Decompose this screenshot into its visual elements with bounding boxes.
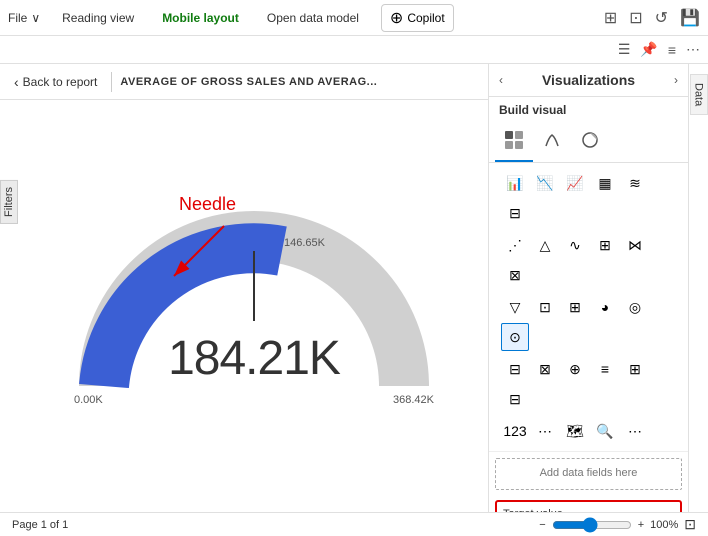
- viz-filter-icon[interactable]: ⊡: [531, 293, 559, 321]
- viz-bar3-icon[interactable]: 📈: [561, 169, 589, 197]
- viz-donut-icon[interactable]: ◎: [621, 293, 649, 321]
- menu-bar: File ∨ Reading view Mobile layout Open d…: [0, 0, 708, 36]
- build-tab-analytics[interactable]: [571, 123, 609, 162]
- more-icon[interactable]: ⋯: [686, 41, 700, 58]
- viz-line-icon[interactable]: ≋: [621, 169, 649, 197]
- viz-bar-icon[interactable]: 📊: [501, 169, 529, 197]
- viz-map-icon[interactable]: △: [531, 231, 559, 259]
- hamburger-icon[interactable]: ☰: [618, 41, 631, 58]
- filter-toolbar-icon[interactable]: ≡: [668, 42, 676, 58]
- viz-kpi-icon[interactable]: ⊕: [561, 355, 589, 383]
- reading-view-menu[interactable]: Reading view: [56, 7, 140, 29]
- toolbar: ☰ 📌 ≡ ⋯: [0, 36, 708, 64]
- viz-pie-icon[interactable]: ◕: [591, 293, 619, 321]
- build-visual-label: Build visual: [489, 97, 688, 123]
- viz-num-icon[interactable]: 123: [501, 417, 529, 445]
- data-tab[interactable]: Data: [688, 64, 708, 512]
- viz-panel-header: ‹ Visualizations ›: [489, 64, 688, 97]
- viz-row-4: ⊟ ⊠ ⊕ ≡ ⊞ ⊟: [495, 353, 682, 415]
- gauge-chart: Needle: [64, 166, 444, 446]
- zoom-level: 100%: [650, 519, 678, 531]
- viz-matrix-icon[interactable]: ⊞: [621, 355, 649, 383]
- zoom-controls: − + 100% ⊡: [539, 516, 696, 533]
- gauge-min: 0.00K: [74, 394, 103, 406]
- build-tab-fields[interactable]: [495, 123, 533, 162]
- viz-line2-icon[interactable]: ∿: [561, 231, 589, 259]
- viz-panel: ‹ Visualizations › Build visual 📊 📉 📈: [488, 64, 688, 512]
- fit-page-icon[interactable]: ⊡: [684, 516, 696, 533]
- main-area: ‹ Back to report AVERAGE OF GROSS SALES …: [0, 64, 708, 512]
- viz-table-icon[interactable]: ⊞: [561, 293, 589, 321]
- gauge-value: 184.21K: [64, 331, 444, 386]
- viz-combo-icon[interactable]: ⊞: [591, 231, 619, 259]
- grid-icon[interactable]: ⊞: [604, 8, 617, 28]
- viz-row-2: ⋰ △ ∿ ⊞ ⋈ ⊠: [495, 229, 682, 291]
- gauge-svg: 146.65K: [64, 166, 444, 446]
- file-label[interactable]: File: [8, 11, 27, 25]
- nav-divider: [111, 72, 112, 92]
- viz-multirow-icon[interactable]: ⊠: [531, 355, 559, 383]
- gauge-max: 368.42K: [393, 394, 434, 406]
- back-button[interactable]: ‹ Back to report: [8, 70, 103, 94]
- back-arrow-icon: ‹: [14, 74, 19, 90]
- viz-gauge-icon selected[interactable]: ⊙: [501, 323, 529, 351]
- file-chevron: ∨: [31, 11, 40, 25]
- svg-text:146.65K: 146.65K: [284, 237, 326, 249]
- target-section: Target value Average of COGS ∨ ✕: [495, 500, 682, 512]
- viz-slicer-icon[interactable]: ≡: [591, 355, 619, 383]
- status-bar: Page 1 of 1 − + 100% ⊡: [0, 512, 708, 536]
- report-canvas: ‹ Back to report AVERAGE OF GROSS SALES …: [0, 64, 488, 512]
- refresh-icon[interactable]: ↺: [655, 8, 668, 28]
- menu-icon-group: ⊞ ⊡ ↺ 💾: [604, 8, 700, 28]
- page-indicator: Page 1 of 1: [12, 519, 68, 531]
- viz-col-icon[interactable]: ▦: [591, 169, 619, 197]
- data-fields-label: Add data fields here: [540, 467, 638, 479]
- back-label: Back to report: [23, 75, 98, 89]
- report-title: AVERAGE OF GROSS SALES AND AVERAG...: [120, 76, 377, 88]
- copilot-icon: ⊕: [390, 8, 403, 28]
- needle-arrow-svg: [154, 216, 244, 296]
- viz-row-5: 123 ⋯ 🗺 🔍 ⋯: [495, 415, 682, 447]
- copilot-label: Copilot: [407, 11, 444, 25]
- viz-decomp-icon[interactable]: ⋯: [531, 417, 559, 445]
- needle-annotation: Needle: [179, 194, 236, 215]
- collapse-right-button[interactable]: ›: [674, 73, 678, 87]
- filters-label[interactable]: Filters: [0, 180, 18, 224]
- data-fields-drop[interactable]: Add data fields here: [495, 458, 682, 490]
- mobile-layout-menu[interactable]: Mobile layout: [156, 7, 245, 29]
- nav-bar: ‹ Back to report AVERAGE OF GROSS SALES …: [0, 64, 488, 100]
- needle-label: Needle: [179, 194, 236, 214]
- viz-panel-title: Visualizations: [542, 72, 635, 88]
- viz-area-icon[interactable]: ⊟: [501, 199, 529, 227]
- viz-row-3: ▽ ⊡ ⊞ ◕ ◎ ⊙: [495, 291, 682, 353]
- zoom-slider[interactable]: [552, 517, 632, 533]
- viz-waterfall-icon[interactable]: ⊠: [501, 261, 529, 289]
- viz-icon-grid: 📊 📉 📈 ▦ ≋ ⊟ ⋰ △ ∿ ⊞ ⋈ ⊠ ▽ ⊡ ⊞ ◕: [489, 163, 688, 452]
- viz-more-icon[interactable]: ⋯: [621, 417, 649, 445]
- pin-icon[interactable]: 📌: [640, 41, 657, 58]
- viz-funnel-icon[interactable]: ▽: [501, 293, 529, 321]
- file-menu[interactable]: File ∨: [8, 11, 40, 25]
- zoom-minus-icon[interactable]: −: [539, 519, 545, 531]
- viz-bar2-icon[interactable]: 📉: [531, 169, 559, 197]
- viz-scatter-icon[interactable]: ⋰: [501, 231, 529, 259]
- viz-card-icon[interactable]: ⊟: [501, 355, 529, 383]
- viz-treemap-icon[interactable]: ⊟: [501, 385, 529, 413]
- toolbar-icon-group: ☰ 📌 ≡ ⋯: [618, 41, 700, 58]
- viz-ribbon-icon[interactable]: ⋈: [621, 231, 649, 259]
- save-icon[interactable]: 💾: [680, 8, 700, 28]
- chart-area: Filters Needle: [0, 100, 488, 512]
- filters-tab[interactable]: Filters: [0, 180, 18, 224]
- viz-row-1: 📊 📉 📈 ▦ ≋ ⊟: [495, 167, 682, 229]
- build-tab-format[interactable]: [533, 123, 571, 162]
- build-tabs: [489, 123, 688, 163]
- zoom-plus-icon[interactable]: +: [638, 519, 644, 531]
- layout-icon[interactable]: ⊡: [629, 8, 642, 28]
- data-tab-label[interactable]: Data: [690, 74, 708, 115]
- viz-ai-icon[interactable]: 🔍: [591, 417, 619, 445]
- open-data-model-menu[interactable]: Open data model: [261, 7, 365, 29]
- collapse-left-button[interactable]: ‹: [499, 73, 503, 87]
- viz-geo-icon[interactable]: 🗺: [561, 417, 589, 445]
- copilot-button[interactable]: ⊕ Copilot: [381, 4, 454, 32]
